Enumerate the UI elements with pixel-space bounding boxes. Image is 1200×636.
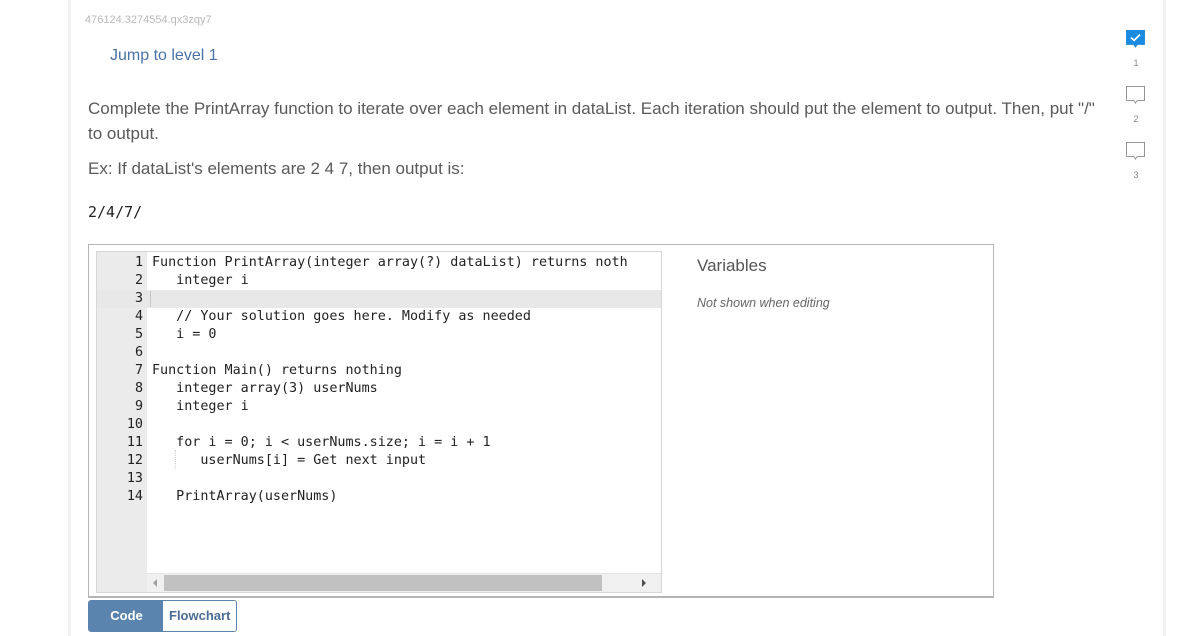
code-text[interactable]: // Your solution goes here. Modify as ne… [152, 308, 531, 326]
code-line[interactable]: 11 for i = 0; i < userNums.size; i = i +… [97, 434, 661, 452]
line-number: 7 [134, 363, 143, 378]
level-incomplete-badge-icon [1126, 86, 1145, 104]
code-line[interactable]: 1 Function PrintArray(integer array(?) da… [97, 254, 661, 272]
activity-id: 476124.3274554.qx3zqy7 [85, 14, 212, 26]
page-left-border [68, 0, 71, 636]
scroll-right-arrow-icon[interactable] [642, 579, 646, 587]
code-lines[interactable]: 1 Function PrintArray(integer array(?) da… [97, 254, 661, 506]
horizontal-scrollbar[interactable] [147, 573, 661, 592]
line-number: 14 [126, 489, 143, 504]
variables-title: Variables [697, 256, 767, 275]
level-2[interactable]: 2 [1122, 86, 1150, 142]
line-number: 5 [134, 327, 143, 342]
code-text[interactable]: userNums[i] = Get next input [152, 452, 426, 470]
code-line[interactable]: 5 i = 0 [97, 326, 661, 344]
code-text[interactable]: integer i [152, 272, 249, 290]
code-text[interactable]: PrintArray(userNums) [152, 488, 337, 506]
line-number: 12 [126, 453, 143, 468]
line-number: 10 [126, 417, 143, 432]
code-editor[interactable]: 1 Function PrintArray(integer array(?) da… [96, 251, 662, 593]
level-1[interactable]: 1 [1122, 30, 1150, 86]
flowchart-tab[interactable]: Flowchart [163, 601, 237, 631]
code-line[interactable]: 2 integer i [97, 272, 661, 290]
code-text[interactable]: i = 0 [152, 326, 216, 344]
example-text: Ex: If dataList's elements are 2 4 7, th… [88, 159, 465, 178]
editor-container: 1 Function PrintArray(integer array(?) da… [88, 244, 994, 598]
scrollbar-thumb[interactable] [164, 575, 602, 591]
code-text[interactable]: integer i [152, 398, 249, 416]
line-number: 13 [126, 471, 143, 486]
level-progress-bar: 1 2 3 [1122, 30, 1150, 198]
code-text[interactable]: Function Main() returns nothing [152, 362, 402, 380]
instructions-text: Complete the PrintArray function to iter… [88, 99, 1095, 143]
text-cursor [150, 291, 151, 307]
code-line[interactable]: 8 integer array(3) userNums [97, 380, 661, 398]
code-line[interactable]: 9 integer i [97, 398, 661, 416]
line-number: 9 [134, 399, 143, 414]
code-line[interactable]: 6 [97, 344, 661, 362]
line-number: 1 [134, 255, 143, 270]
variables-note: Not shown when editing [697, 296, 830, 310]
code-line[interactable]: 4 // Your solution goes here. Modify as … [97, 308, 661, 326]
scroll-left-arrow-icon[interactable] [153, 579, 157, 587]
code-line[interactable]: 3 [97, 290, 661, 308]
level-number: 2 [1133, 114, 1139, 124]
code-line[interactable]: 14 PrintArray(userNums) [97, 488, 661, 506]
level-number: 3 [1133, 170, 1139, 180]
line-number: 6 [134, 345, 143, 360]
level-complete-check-icon [1126, 30, 1145, 48]
code-text[interactable]: integer array(3) userNums [152, 380, 378, 398]
mode-tabs: Code Flowchart [88, 600, 238, 632]
example-output: 2/4/7/ [88, 203, 143, 221]
level-incomplete-badge-icon [1126, 142, 1145, 160]
jump-to-level-link[interactable]: Jump to level 1 [110, 47, 218, 65]
line-number: 8 [134, 381, 143, 396]
code-tab[interactable]: Code [89, 601, 163, 631]
indent-guide [175, 450, 177, 468]
code-line[interactable]: 12 userNums[i] = Get next input [97, 452, 661, 470]
line-number: 11 [126, 435, 143, 450]
line-number: 4 [134, 309, 143, 324]
code-line[interactable]: 13 [97, 470, 661, 488]
page-right-border [1163, 0, 1166, 636]
level-number: 1 [1133, 58, 1139, 68]
code-line[interactable]: 10 [97, 416, 661, 434]
code-text[interactable]: for i = 0; i < userNums.size; i = i + 1 [152, 434, 490, 452]
code-line[interactable]: 7 Function Main() returns nothing [97, 362, 661, 380]
code-text[interactable]: Function PrintArray(integer array(?) dat… [152, 254, 628, 272]
line-number: 2 [134, 273, 143, 288]
line-number: 3 [134, 291, 143, 306]
level-3[interactable]: 3 [1122, 142, 1150, 198]
